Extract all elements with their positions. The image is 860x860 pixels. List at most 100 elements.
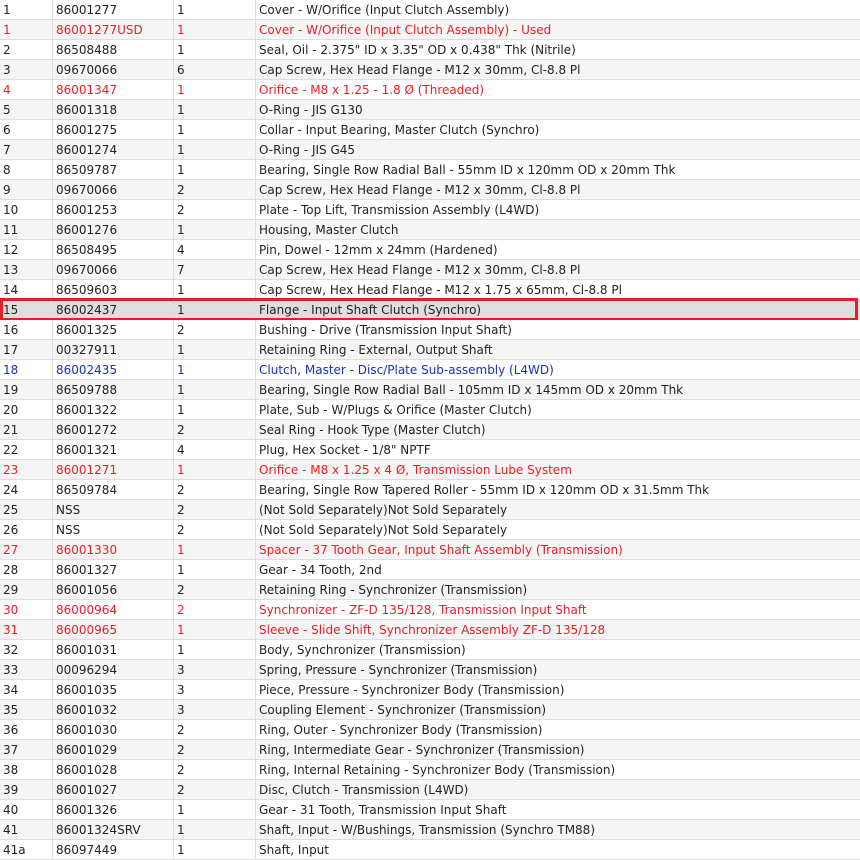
part-number-cell: 86001277 — [53, 0, 174, 19]
description-cell: Bearing, Single Row Radial Ball - 105mm … — [259, 383, 684, 397]
part-number-cell: 86001271 — [53, 460, 174, 479]
table-row[interactable]: 11 86001276 1 Housing, Master Clutch — [0, 220, 860, 240]
quantity-cell: 4 — [174, 240, 256, 259]
description-cell: Cap Screw, Hex Head Flange - M12 x 30mm,… — [259, 63, 581, 77]
table-row[interactable]: 36 86001030 2 Ring, Outer - Synchronizer Bo… — [0, 720, 860, 740]
table-row[interactable]: 26 NSS 2 (Not Sold Separately)Not Sold Sepa… — [0, 520, 860, 540]
description-cell: Shaft, Input - W/Bushings, Transmission … — [259, 823, 595, 837]
quantity-cell: 1 — [174, 20, 256, 39]
description-cell: Cap Screw, Hex Head Flange - M12 x 30mm,… — [259, 183, 581, 197]
table-row[interactable]: 34 86001035 3 Piece, Pressure - Synchronize… — [0, 680, 860, 700]
description-cell: Cap Screw, Hex Head Flange - M12 x 30mm,… — [259, 263, 581, 277]
table-row[interactable]: 13 09670066 7 Cap Screw, Hex Head Flange - … — [0, 260, 860, 280]
part-number-cell: 86509784 — [53, 480, 174, 499]
part-number-cell: 86001272 — [53, 420, 174, 439]
quantity-cell: 1 — [174, 400, 256, 419]
table-row[interactable]: 30 86000964 2 Synchronizer - ZF-D 135/128, … — [0, 600, 860, 620]
part-number-cell: 86001274 — [53, 140, 174, 159]
item-number-cell: 18 — [0, 360, 53, 379]
table-row[interactable]: 10 86001253 2 Plate - Top Lift, Transmissio… — [0, 200, 860, 220]
table-row[interactable]: 23 86001271 1 Orifice - M8 x 1.25 x 4 Ø, Tr… — [0, 460, 860, 480]
quantity-cell: 1 — [174, 160, 256, 179]
table-row[interactable]: 1 86001277USD 1 Cover - W/Orifice (Input Cl… — [0, 20, 860, 40]
table-row[interactable]: 25 NSS 2 (Not Sold Separately)Not Sold Sepa… — [0, 500, 860, 520]
item-number-cell: 6 — [0, 120, 53, 139]
description-cell: Cap Screw, Hex Head Flange - M12 x 1.75 … — [259, 283, 622, 297]
table-row[interactable]: 18 86002435 1 Clutch, Master - Disc/Plate S… — [0, 360, 860, 380]
quantity-cell: 2 — [174, 500, 256, 519]
item-number-cell: 19 — [0, 380, 53, 399]
description-cell: Bearing, Single Row Radial Ball - 55mm I… — [259, 163, 676, 177]
table-row[interactable]: 37 86001029 2 Ring, Intermediate Gear - Syn… — [0, 740, 860, 760]
item-number-cell: 30 — [0, 600, 53, 619]
table-row-selected[interactable]: 15 86002437 1 Flange - Input Shaft Clutch (… — [0, 298, 860, 321]
description-cell: Retaining Ring - External, Output Shaft — [259, 343, 493, 357]
table-row[interactable]: 2 86508488 1 Seal, Oil - 2.375" ID x 3.35" … — [0, 40, 860, 60]
quantity-cell: 1 — [174, 140, 256, 159]
quantity-cell: 1 — [174, 280, 256, 299]
table-row[interactable]: 31 86000965 1 Sleeve - Slide Shift, Synchro… — [0, 620, 860, 640]
description-cell: Flange - Input Shaft Clutch (Synchro) — [259, 303, 482, 317]
table-row[interactable]: 20 86001322 1 Plate, Sub - W/Plugs & Orific… — [0, 400, 860, 420]
table-row[interactable]: 22 86001321 4 Plug, Hex Socket - 1/8" NPTF — [0, 440, 860, 460]
table-row[interactable]: 38 86001028 2 Ring, Internal Retaining - Sy… — [0, 760, 860, 780]
table-row[interactable]: 16 86001325 2 Bushing - Drive (Transmission… — [0, 320, 860, 340]
item-number-cell: 2 — [0, 40, 53, 59]
quantity-cell: 1 — [174, 640, 256, 659]
table-row[interactable]: 27 86001330 1 Spacer - 37 Tooth Gear, Input… — [0, 540, 860, 560]
table-row[interactable]: 9 09670066 2 Cap Screw, Hex Head Flange - M… — [0, 180, 860, 200]
description-cell: Cover - W/Orifice (Input Clutch Assembly… — [259, 23, 552, 37]
item-number-cell: 10 — [0, 200, 53, 219]
table-row[interactable]: 7 86001274 1 O-Ring - JIS G45 — [0, 140, 860, 160]
description-cell: O-Ring - JIS G45 — [259, 143, 356, 157]
table-row[interactable]: 14 86509603 1 Cap Screw, Hex Head Flange - … — [0, 280, 860, 300]
quantity-cell: 2 — [174, 200, 256, 219]
table-row[interactable]: 12 86508495 4 Pin, Dowel - 12mm x 24mm (Har… — [0, 240, 860, 260]
part-number-cell: 86001253 — [53, 200, 174, 219]
part-number-cell: 86001030 — [53, 720, 174, 739]
table-row[interactable]: 8 86509787 1 Bearing, Single Row Radial Bal… — [0, 160, 860, 180]
description-cell: Gear - 31 Tooth, Transmission Input Shaf… — [259, 803, 507, 817]
table-row[interactable]: 4 86001347 1 Orifice - M8 x 1.25 - 1.8 Ø (T… — [0, 80, 860, 100]
quantity-cell: 1 — [174, 380, 256, 399]
table-row[interactable]: 39 86001027 2 Disc, Clutch - Transmission (… — [0, 780, 860, 800]
table-row[interactable]: 19 86509788 1 Bearing, Single Row Radial Ba… — [0, 380, 860, 400]
table-row[interactable]: 41a 86097449 1 Shaft, Input — [0, 840, 860, 860]
part-number-cell: 86001326 — [53, 800, 174, 819]
quantity-cell: 1 — [174, 0, 256, 19]
item-number-cell: 1 — [0, 0, 53, 19]
description-cell: Cover - W/Orifice (Input Clutch Assembly… — [259, 3, 510, 17]
table-row[interactable]: 29 86001056 2 Retaining Ring - Synchronizer… — [0, 580, 860, 600]
quantity-cell: 1 — [174, 220, 256, 239]
table-row[interactable]: 41 86001324SRV 1 Shaft, Input - W/Bushings,… — [0, 820, 860, 840]
table-row[interactable]: 6 86001275 1 Collar - Input Bearing, Master… — [0, 120, 860, 140]
description-cell: Gear - 34 Tooth, 2nd — [259, 563, 382, 577]
quantity-cell: 3 — [174, 680, 256, 699]
description-cell: Body, Synchronizer (Transmission) — [259, 643, 466, 657]
table-row[interactable]: 17 00327911 1 Retaining Ring - External, Ou… — [0, 340, 860, 360]
table-row[interactable]: 40 86001326 1 Gear - 31 Tooth, Transmission… — [0, 800, 860, 820]
table-row[interactable]: 5 86001318 1 O-Ring - JIS G130 — [0, 100, 860, 120]
table-row[interactable]: 21 86001272 2 Seal Ring - Hook Type (Master… — [0, 420, 860, 440]
table-row[interactable]: 24 86509784 2 Bearing, Single Row Tapered R… — [0, 480, 860, 500]
part-number-cell: NSS — [53, 520, 174, 539]
table-row[interactable]: 28 86001327 1 Gear - 34 Tooth, 2nd — [0, 560, 860, 580]
table-row[interactable]: 1 86001277 1 Cover - W/Orifice (Input Clutc… — [0, 0, 860, 20]
part-number-cell: 86001347 — [53, 80, 174, 99]
item-number-cell: 15 — [0, 300, 53, 319]
item-number-cell: 26 — [0, 520, 53, 539]
description-cell: Orifice - M8 x 1.25 - 1.8 Ø (Threaded) — [259, 83, 485, 97]
table-row[interactable]: 33 00096294 3 Spring, Pressure - Synchroniz… — [0, 660, 860, 680]
description-cell: Collar - Input Bearing, Master Clutch (S… — [259, 123, 540, 137]
quantity-cell: 1 — [174, 620, 256, 639]
item-number-cell: 38 — [0, 760, 53, 779]
description-cell: (Not Sold Separately)Not Sold Separately — [259, 503, 508, 517]
part-number-cell: 86001056 — [53, 580, 174, 599]
table-row[interactable]: 35 86001032 3 Coupling Element - Synchroniz… — [0, 700, 860, 720]
table-row[interactable]: 3 09670066 6 Cap Screw, Hex Head Flange - M… — [0, 60, 860, 80]
table-row[interactable]: 32 86001031 1 Body, Synchronizer (Transmiss… — [0, 640, 860, 660]
quantity-cell: 2 — [174, 740, 256, 759]
description-cell: Seal Ring - Hook Type (Master Clutch) — [259, 423, 486, 437]
quantity-cell: 2 — [174, 320, 256, 339]
description-cell: O-Ring - JIS G130 — [259, 103, 363, 117]
